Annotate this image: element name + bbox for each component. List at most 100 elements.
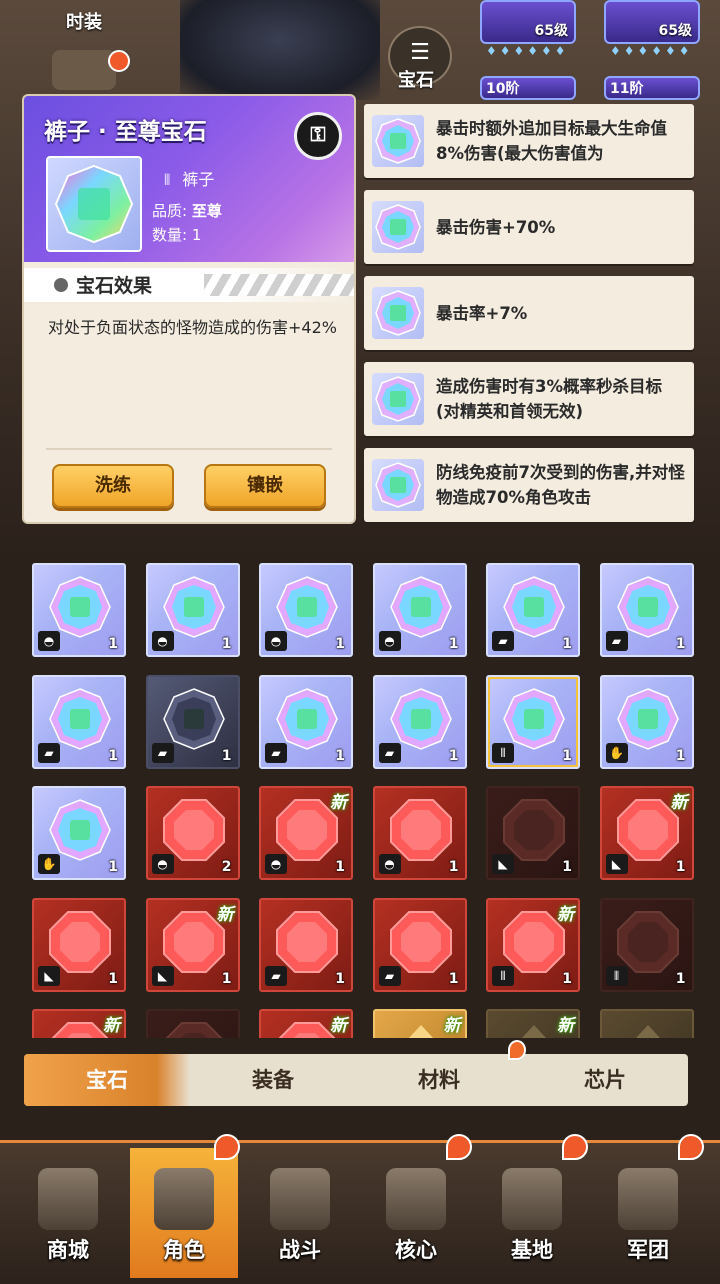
armor-icon: ▰ [265, 965, 287, 986]
helmet-icon: ◓ [378, 854, 401, 874]
gem-slot[interactable]: ◓ 1 [32, 563, 126, 657]
new-badge: 新 [216, 904, 234, 925]
nav-label: 军团 [627, 1238, 669, 1262]
gem-slot[interactable]: ◓ 2 [145, 786, 240, 880]
gem-slot[interactable]: ✋ 1 [599, 674, 694, 769]
nav-alert-dot [562, 1134, 588, 1160]
nav-alert-dot [214, 1134, 240, 1160]
tab-equipment[interactable]: 装备 [190, 1054, 356, 1106]
new-badge: 新 [443, 1016, 461, 1036]
boot-icon: ◣ [38, 965, 60, 986]
equipped-item-2[interactable]: 65级 [604, 0, 700, 44]
gem-slot[interactable]: ▰ 1 [599, 563, 694, 657]
gem-count: 1 [675, 970, 686, 987]
effect-header [24, 268, 354, 302]
gem-slot[interactable]: ▰ 1 [145, 674, 240, 769]
gem-count: 1 [335, 747, 345, 764]
rainbow-gem-icon [276, 576, 338, 638]
gem-slot[interactable]: ▰ 1 [259, 674, 353, 769]
nav-shop[interactable]: 商城 [14, 1148, 122, 1278]
gem-slot[interactable]: ◓ 1 [372, 786, 467, 880]
gem-slot[interactable]: ▰ 1 [32, 674, 126, 769]
gem-count: 1 [675, 747, 686, 764]
gem-slot[interactable]: ▰ 1 [372, 897, 467, 992]
tab-chip[interactable]: 芯片 [522, 1054, 688, 1106]
gem-slot[interactable]: 新 [372, 1009, 467, 1038]
nav-label: 基地 [511, 1238, 553, 1262]
helmet-icon: ◓ [151, 854, 174, 874]
gem-slot[interactable]: ▰ 1 [259, 897, 353, 992]
tab-material[interactable]: 材料 [356, 1054, 522, 1106]
gem-slot[interactable]: 新 [486, 1009, 580, 1038]
gem-slot[interactable]: 新 [32, 1009, 126, 1038]
inlay-button[interactable]: 镶嵌 [204, 464, 326, 508]
pants-icon: ⫴ [605, 965, 628, 986]
rainbow-gem-icon [503, 687, 565, 750]
armor-icon: ▰ [378, 742, 401, 763]
item-stars: ♦♦♦♦♦♦ [610, 44, 693, 58]
gem-slot[interactable]: ◓ 1 [372, 563, 467, 657]
rainbow-gem-icon [276, 687, 338, 750]
gem-inventory-grid[interactable]: ◓ 1 ◓ 1 ◓ 1 ◓ 1 ▰ 1 ▰ 1 ▰ 1 ▰ 1 ▰ 1 ▰ 1 ⫴ 1 ✋ 1 ✋ 1 ◓ 2 ◓ 1 新 ◓ 1 ◣ 1 ◣ 1 新 ◣ 1… [32, 563, 694, 1038]
character-icon [154, 1168, 214, 1230]
gem-slot[interactable]: ⫴ 1 [486, 674, 580, 769]
gem-slot[interactable]: ◣ 1 [32, 897, 126, 992]
gem-slot[interactable]: ⫴ 1 [599, 897, 694, 992]
gem-slot[interactable]: ▰ 1 [372, 674, 467, 769]
red-gem-icon [503, 799, 565, 861]
gem-slot[interactable]: ✋ 1 [32, 786, 126, 880]
armor-icon: ▰ [38, 742, 60, 763]
boot-icon: ◣ [605, 854, 628, 874]
quantity-row: 数量: 1 [152, 226, 202, 244]
rainbow-gem-icon [162, 576, 225, 638]
new-badge: 新 [557, 1016, 574, 1036]
gem-slot[interactable] [599, 1009, 694, 1038]
nav-battle[interactable]: 战斗 [246, 1148, 354, 1278]
gem-title: 裤子 · 至尊宝石 [44, 119, 207, 145]
nav-character[interactable]: 角色 [130, 1148, 238, 1278]
red-gem-icon [49, 910, 111, 973]
gem-slot[interactable]: ◣ 1 新 [599, 786, 694, 880]
rainbow-gem-icon [503, 576, 565, 638]
equipped-item-1[interactable]: 65级 [480, 0, 576, 44]
red-gem-icon [162, 799, 225, 861]
pistol-icon[interactable] [52, 50, 116, 90]
gem-count: 1 [108, 747, 118, 764]
gem-slot[interactable]: ◓ 1 [145, 563, 240, 657]
refine-button[interactable]: 洗练 [52, 464, 174, 508]
gem-count: 1 [562, 970, 572, 987]
red-gem-icon [389, 910, 452, 973]
nav-base[interactable]: 基地 [478, 1148, 586, 1278]
gem-slot[interactable]: ◣ 1 新 [145, 897, 240, 992]
quality-row: 品质: 至尊 [152, 202, 222, 220]
slot-name: 裤子 [182, 170, 215, 189]
quality-value: 至尊 [191, 202, 222, 220]
helmet-icon: ◓ [265, 854, 287, 874]
nav-core[interactable]: 核心 [362, 1148, 470, 1278]
nav-legion[interactable]: 军团 [594, 1148, 702, 1278]
gem-slot[interactable]: ⫴ 1 新 [486, 897, 580, 992]
costume-button[interactable]: 时装 [66, 8, 102, 34]
skill-item[interactable]: 防线免疫前7次受到的伤害,并对怪物造成70%角色攻击 [364, 448, 694, 522]
skill-text: 造成伤害时有3%概率秒杀目标(对精英和首领无效) [436, 377, 663, 421]
gem-slot[interactable]: ◣ 1 [486, 786, 580, 880]
lock-icon[interactable]: ⚿ [294, 112, 342, 160]
red-gem-icon [165, 1022, 222, 1038]
gem-count: 1 [221, 970, 232, 987]
skill-item[interactable]: 暴击伤害+70% [364, 190, 694, 264]
new-badge: 新 [330, 1016, 347, 1036]
skill-item[interactable]: 造成伤害时有3%概率秒杀目标(对精英和首领无效) [364, 362, 694, 436]
gem-slot[interactable]: 新 [259, 1009, 353, 1038]
gem-slot[interactable]: ▰ 1 [486, 563, 580, 657]
helmet-icon: ◓ [378, 631, 401, 651]
skill-item[interactable]: 暴击率+7% [364, 276, 694, 350]
tab-gem[interactable]: 宝石 [24, 1054, 190, 1106]
gem-slot[interactable]: ◓ 1 [259, 563, 353, 657]
helmet-icon: ◓ [151, 631, 174, 651]
gem-slot[interactable]: ◓ 1 新 [259, 786, 353, 880]
quantity-value: 1 [191, 226, 202, 244]
skill-item[interactable]: 暴击时额外追加目标最大生命值8%伤害(最大伤害值为 [364, 104, 694, 178]
gem-slot[interactable] [145, 1009, 240, 1038]
boot-icon: ◣ [151, 965, 174, 986]
gem-detail-panel: 裤子 · 至尊宝石 ⚿ ⫴ 裤子 品质: 至尊 数量: 1 宝石效果 对处于负面状… [24, 96, 354, 522]
